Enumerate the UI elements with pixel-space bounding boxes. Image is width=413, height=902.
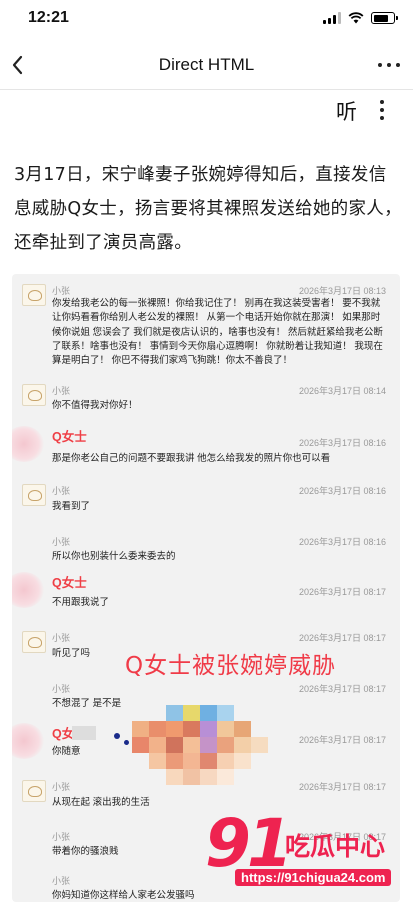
message-text: 所以你也别装什么委来委去的	[52, 551, 176, 562]
message-text: 你不值得我对你好！	[52, 400, 138, 411]
message-timestamp: 2026年3月17日 08:16	[298, 438, 386, 448]
sender-name: 小张	[52, 684, 71, 694]
more-options-button[interactable]	[377, 54, 403, 76]
watermark-url: https://91chigua24.com	[235, 869, 392, 886]
message-timestamp: 2026年3月17日 08:16	[298, 537, 386, 547]
avatar	[12, 572, 44, 608]
wifi-icon	[348, 12, 364, 24]
status-icons	[323, 12, 398, 24]
sender-name: 小张	[52, 782, 71, 792]
message-timestamp: 2026年3月17日 08:17	[298, 782, 386, 792]
sender-name: 小张	[52, 537, 71, 547]
message-text: 你发给我老公的每一张裸照！你给我记住了！ 别再在我这装受害者！ 要不我就让你妈看…	[52, 298, 383, 366]
sender-name: 小张	[52, 286, 71, 296]
avatar	[12, 426, 44, 462]
sender-name: Q女士	[52, 430, 87, 444]
censor-block	[72, 726, 96, 740]
page-title: Direct HTML	[158, 55, 255, 74]
watermark-text: 吃瓜中心	[285, 832, 386, 861]
sender-name: 小张	[52, 633, 71, 643]
avatar	[22, 780, 46, 802]
message-timestamp: 2026年3月17日 08:17	[298, 684, 386, 694]
sender-name: 小张	[52, 386, 71, 396]
pixelated-image	[132, 705, 268, 797]
kebab-menu-button[interactable]	[379, 98, 385, 122]
listen-button[interactable]: 听	[336, 96, 357, 126]
signal-icon	[323, 12, 341, 24]
message-text: 那是你老公自己的问题不要跟我讲 他怎么给我发的照片你也可以看	[52, 453, 331, 464]
message-text: 我看到了	[52, 501, 91, 512]
message-timestamp: 2026年3月17日 08:14	[298, 386, 386, 396]
battery-icon	[371, 12, 398, 24]
status-time: 12:21	[28, 9, 69, 26]
sender-name: Q女士	[52, 576, 87, 590]
message-timestamp: 2026年3月17日 08:16	[298, 486, 386, 496]
message-timestamp: 2026年3月17日 08:17	[298, 633, 386, 643]
avatar	[22, 631, 46, 653]
avatar	[12, 723, 44, 759]
watermark-logo: 91 吃瓜中心 https://91chigua24.com	[205, 805, 405, 901]
status-bar: 12:21	[0, 0, 413, 38]
avatar	[22, 284, 46, 306]
article-paragraph: 3月17日，宋宁峰妻子张婉婷得知后，直接发信息威胁Q女士，扬言要将其裸照发送给她…	[14, 165, 402, 254]
decoration-dot	[114, 733, 120, 739]
overlay-caption: Q女士被张婉婷威胁	[125, 653, 337, 679]
sender-name: 小张	[52, 486, 71, 496]
sender-name: 小张	[52, 832, 71, 842]
message-text: 不用跟我说了	[52, 597, 110, 608]
message-timestamp: 2026年3月17日 08:13	[298, 286, 386, 296]
reader-toolbar: 听	[0, 90, 413, 130]
decoration-dot	[124, 740, 129, 745]
avatar	[22, 384, 46, 406]
sender-name: 小张	[52, 876, 71, 886]
avatar	[22, 484, 46, 506]
nav-bar: Direct HTML	[0, 40, 413, 90]
